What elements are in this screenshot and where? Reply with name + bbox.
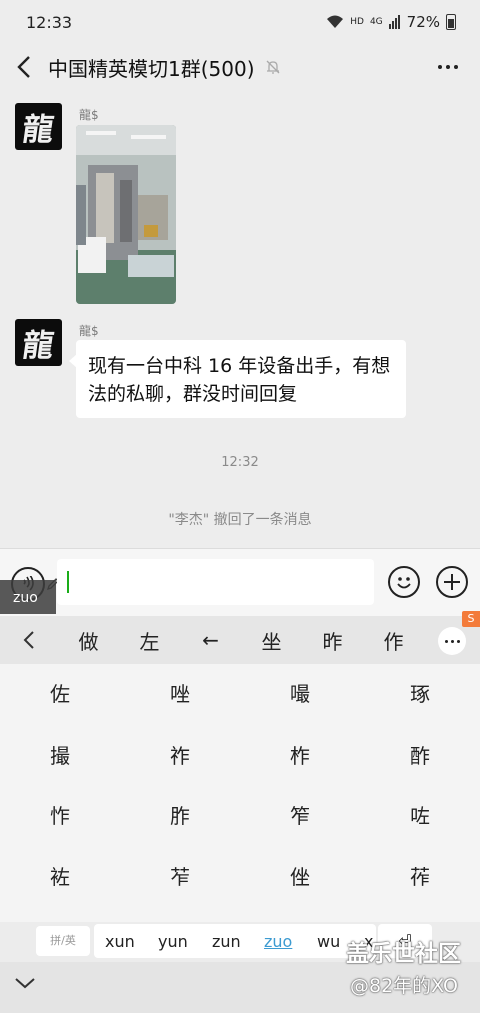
pinyin-english-switch[interactable]: 拼/英 — [36, 926, 90, 956]
grid-candidate[interactable]: 柞 — [240, 726, 360, 786]
candidate-item[interactable]: 坐 — [241, 626, 302, 655]
emoji-button[interactable] — [388, 566, 420, 598]
wifi-icon — [327, 15, 344, 28]
candidate-more-icon[interactable] — [438, 627, 466, 655]
grid-candidate[interactable]: 苲 — [120, 847, 240, 907]
chat-header: 中国精英模切1群(500) — [0, 44, 480, 90]
grid-candidate[interactable]: 侳 — [240, 847, 360, 907]
candidate-item[interactable]: 昨 — [302, 626, 363, 655]
pinyin-options-strip: xun yun zun zuo wu x — [94, 924, 376, 958]
chat-title: 中国精英模切1群(500) — [48, 56, 255, 81]
grid-candidate[interactable]: 撮 — [0, 726, 120, 786]
status-icons: HD 4G 72% — [326, 13, 456, 31]
mute-bell-icon — [266, 60, 279, 74]
grid-candidate[interactable]: 胙 — [120, 786, 240, 846]
network-label: 4G — [369, 17, 383, 27]
ime-candidate-bar: 做 左 ← 坐 昨 作 — [0, 616, 480, 664]
grid-candidate[interactable]: 嘬 — [240, 664, 360, 724]
grid-candidate[interactable]: 怍 — [0, 786, 120, 846]
sender-avatar[interactable]: 龍 — [15, 103, 62, 150]
grid-candidate[interactable]: 莋 — [360, 847, 480, 907]
message-text-field[interactable] — [57, 559, 374, 605]
sender-name: 龍$ — [79, 108, 99, 122]
pinyin-option[interactable]: wu — [317, 932, 340, 951]
grid-candidate[interactable]: 笮 — [240, 786, 360, 846]
composing-pinyin-badge: zuo — [0, 580, 56, 614]
candidate-back-icon[interactable] — [0, 616, 58, 664]
sender-avatar[interactable]: 龍 — [15, 319, 62, 366]
sender-name: 龍$ — [79, 324, 99, 338]
candidate-item[interactable]: 左 — [119, 626, 180, 655]
grid-candidate[interactable]: 袏 — [0, 847, 120, 907]
chat-timestamp: 12:32 — [221, 455, 259, 470]
back-arrow-icon[interactable] — [0, 44, 48, 90]
candidate-item[interactable]: ← — [180, 628, 241, 652]
message-line: 现有一台中科 16 年设备出手，有想 — [88, 355, 391, 377]
hd-label: HD — [350, 17, 364, 27]
message-bubble[interactable]: 现有一台中科 16 年设备出手，有想 法的私聊，群没时间回复 — [69, 340, 406, 418]
more-functions-button[interactable] — [436, 566, 468, 598]
message-line: 法的私聊，群没时间回复 — [88, 383, 298, 405]
pinyin-option[interactable]: yun — [158, 932, 188, 951]
pinyin-option-selected[interactable]: zuo — [264, 932, 292, 951]
status-time: 12:33 — [26, 12, 73, 32]
battery-percent: 72% — [406, 13, 440, 31]
collapse-keyboard-icon[interactable] — [14, 976, 36, 990]
pinyin-option[interactable]: zun — [212, 932, 241, 951]
more-options-icon[interactable] — [438, 65, 458, 69]
plus-icon — [444, 574, 460, 590]
text-caret — [67, 571, 69, 593]
watermark-handle: @82年的XO — [350, 975, 458, 997]
recall-notice: "李杰" 撤回了一条消息 — [168, 512, 312, 528]
grid-candidate[interactable]: 酢 — [360, 726, 480, 786]
pinyin-option[interactable]: xun — [105, 932, 135, 951]
message-input-bar — [0, 548, 480, 616]
candidate-item[interactable]: 做 — [58, 626, 119, 655]
grid-candidate[interactable]: 咗 — [360, 786, 480, 846]
smiley-icon — [397, 577, 411, 589]
ime-candidate-grid: 佐 唑 嘬 琢 撮 祚 柞 酢 怍 胙 笮 咗 袏 苲 侳 莋 — [0, 664, 480, 922]
watermark-title: 盖乐世社区 — [346, 941, 461, 967]
grid-candidate[interactable]: 祚 — [120, 726, 240, 786]
sogou-logo-icon: S — [462, 611, 480, 627]
candidate-item[interactable]: 作 — [363, 626, 424, 655]
grid-candidate[interactable]: 唑 — [120, 664, 240, 724]
shared-photo[interactable] — [76, 125, 176, 304]
signal-icon — [388, 15, 400, 29]
grid-candidate[interactable]: 琢 — [360, 664, 480, 724]
battery-icon — [446, 14, 456, 30]
factory-photo-image — [76, 125, 176, 304]
grid-candidate[interactable]: 佐 — [0, 664, 120, 724]
status-bar: 12:33 HD 4G 72% — [0, 0, 480, 44]
